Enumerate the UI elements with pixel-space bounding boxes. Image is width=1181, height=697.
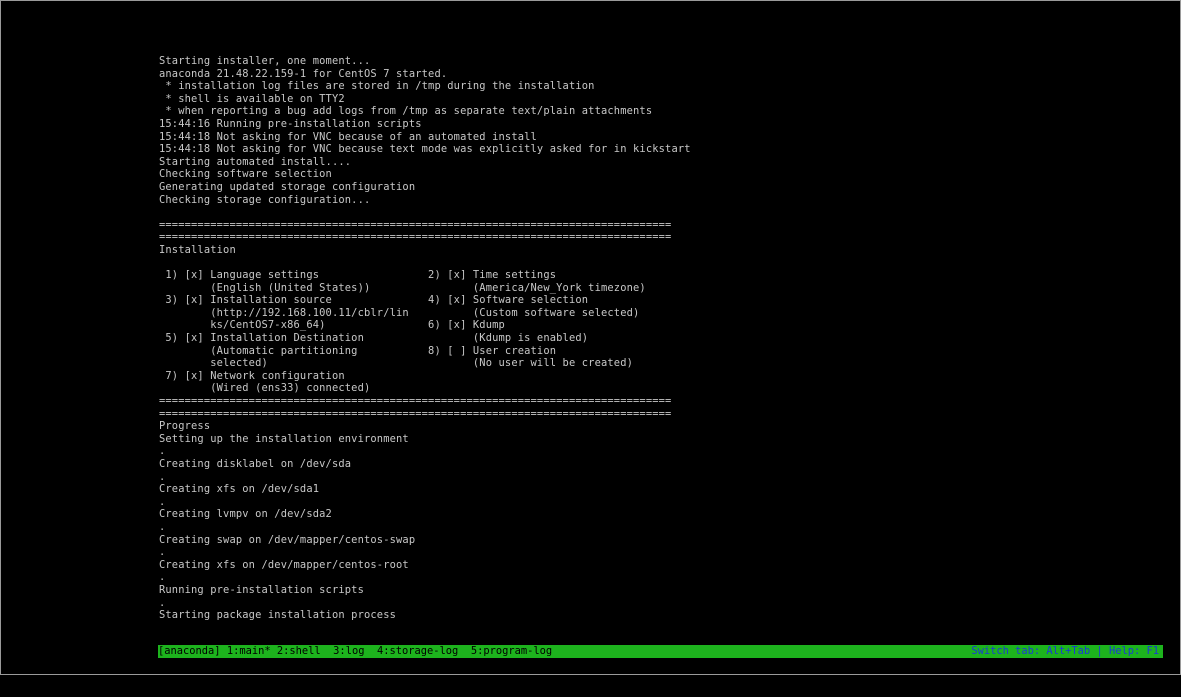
console-line: * shell is available on TTY2 [159, 92, 345, 105]
tab-storage-log[interactable]: 4:storage-log [377, 645, 471, 657]
console-line: . [159, 520, 166, 533]
console-line: (Wired (ens33) connected) [159, 382, 371, 395]
console-line: . [159, 495, 166, 508]
console-line: Running pre-installation scripts [159, 583, 364, 596]
console-line: Progress [159, 420, 211, 433]
console-line: . [159, 571, 166, 584]
console-line: Starting automated install.... [159, 155, 352, 168]
console-line: ========================================… [159, 407, 672, 420]
console-line: 5) [x] Installation Destination (Kdump i… [159, 332, 589, 345]
console-line: Creating swap on /dev/mapper/centos-swap [159, 533, 416, 546]
console-line: . [159, 445, 166, 458]
console-line: . [159, 470, 166, 483]
tmux-status-bar: [anaconda] 1:main* 2:shell 3:log 4:stora… [158, 645, 1163, 658]
console-line: Creating xfs on /dev/sda1 [159, 483, 320, 496]
console-line: Checking storage configuration... [159, 193, 371, 206]
console-line: Starting installer, one moment... [159, 55, 371, 67]
console-line: Creating xfs on /dev/mapper/centos-root [159, 558, 409, 571]
console-line: selected) (No user will be created) [159, 357, 634, 370]
console-line: anaconda 21.48.22.159-1 for CentOS 7 sta… [159, 67, 448, 80]
console-line: Creating lvmpv on /dev/sda2 [159, 508, 332, 521]
switch-tab-hint: Switch tab: Alt+Tab | Help: F1 [971, 645, 1159, 657]
console-line: 7) [x] Network configuration [159, 369, 345, 382]
console-line: Checking software selection [159, 168, 332, 181]
console-line: 1) [x] Language settings 2) [x] Time set… [159, 269, 557, 282]
console-line: 15:44:18 Not asking for VNC because text… [159, 143, 691, 156]
console-line: (http://192.168.100.11/cblr/lin (Custom … [159, 306, 640, 319]
tab-main[interactable]: [anaconda] 1:main* [158, 645, 277, 657]
console-line: Setting up the installation environment [159, 432, 409, 445]
console-line: . [159, 596, 166, 609]
tab-log[interactable]: 3:log [333, 645, 377, 657]
console-line: Installation [159, 243, 236, 256]
console-line: ========================================… [159, 231, 672, 244]
console-line: * when reporting a bug add logs from /tm… [159, 105, 653, 118]
console-line: (Automatic partitioning 8) [ ] User crea… [159, 344, 557, 357]
console-line: ========================================… [159, 218, 672, 231]
console-line: * installation log files are stored in /… [159, 80, 595, 93]
terminal-window: Starting installer, one moment... anacond… [0, 0, 1181, 675]
console-line: . [159, 546, 166, 559]
console-line: 15:44:16 Running pre-installation script… [159, 117, 422, 130]
tab-shell[interactable]: 2:shell [277, 645, 333, 657]
console-line: ks/CentOS7-x86_64) 6) [x] Kdump [159, 319, 505, 332]
console-output: Starting installer, one moment... anacond… [159, 55, 719, 622]
console-line: ========================================… [159, 395, 672, 408]
console-line: 15:44:18 Not asking for VNC because of a… [159, 130, 537, 143]
console-line: Creating disklabel on /dev/sda [159, 458, 352, 470]
console-line: Starting package installation process [159, 609, 397, 622]
console-line: (English (United States)) (America/New_Y… [159, 281, 646, 294]
tab-list: [anaconda] 1:main* 2:shell 3:log 4:stora… [158, 645, 552, 658]
console-line: 3) [x] Installation source 4) [x] Softwa… [159, 294, 589, 307]
console-line: Generating updated storage configuration [159, 180, 416, 193]
tab-program-log[interactable]: 5:program-log [471, 645, 552, 657]
